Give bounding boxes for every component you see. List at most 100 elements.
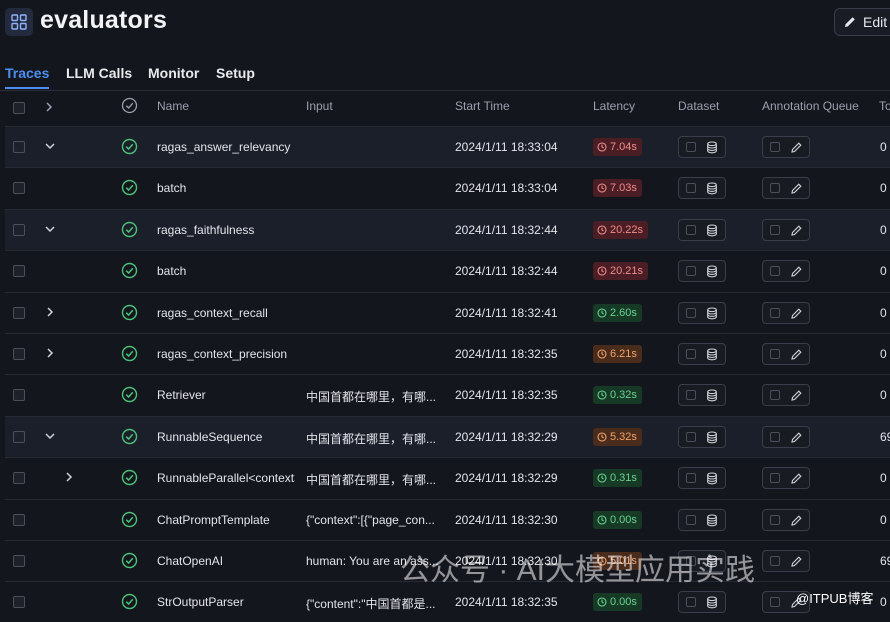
add-to-dataset-control[interactable] [678,384,726,407]
chevron-right-icon[interactable] [43,346,57,360]
table-row[interactable]: RunnableSequence 中国首都在哪里，有哪... 2024/1/11… [5,415,890,457]
database-icon[interactable] [706,348,718,361]
dataset-checkbox[interactable] [686,142,696,152]
run-name[interactable]: batch [157,264,295,278]
run-name[interactable]: RunnableSequence [157,430,295,444]
add-to-dataset-control[interactable] [678,508,726,531]
annotation-checkbox[interactable] [770,390,780,401]
pencil-icon[interactable] [790,389,803,402]
pencil-icon[interactable] [790,514,803,527]
dataset-checkbox[interactable] [686,224,696,235]
row-checkbox[interactable] [13,555,25,567]
annotation-checkbox[interactable] [770,597,780,608]
tab-monitor[interactable]: Monitor [148,65,199,81]
row-checkbox[interactable] [13,348,25,360]
chevron-down-icon[interactable] [43,429,57,443]
row-checkbox[interactable] [13,265,25,278]
add-to-dataset-control[interactable] [678,218,726,241]
annotation-checkbox[interactable] [770,142,780,152]
grid-icon[interactable] [5,8,33,36]
database-icon[interactable] [706,514,718,527]
run-name[interactable]: batch [157,181,295,195]
add-to-dataset-control[interactable] [678,343,726,365]
annotation-checkbox[interactable] [770,183,780,194]
add-to-dataset-control[interactable] [678,177,726,200]
pencil-icon[interactable] [790,141,803,154]
dataset-checkbox[interactable] [686,431,696,442]
annotation-checkbox[interactable] [770,431,780,442]
annotation-checkbox[interactable] [770,556,780,566]
table-row[interactable]: ragas_answer_relevancy 2024/1/11 18:33:0… [5,126,890,167]
dataset-checkbox[interactable] [686,514,696,525]
add-to-dataset-control[interactable] [678,301,726,324]
run-name[interactable]: ragas_answer_relevancy [157,140,295,154]
row-checkbox[interactable] [13,389,25,402]
annotation-checkbox[interactable] [770,224,780,235]
tab-traces[interactable]: Traces [5,65,49,81]
annotation-checkbox[interactable] [770,349,780,359]
pencil-icon[interactable] [790,182,803,195]
database-icon[interactable] [706,389,718,402]
dataset-checkbox[interactable] [686,183,696,194]
pencil-icon[interactable] [790,472,803,485]
column-tokens[interactable]: To [879,99,890,113]
chevron-right-icon[interactable] [42,100,56,114]
chevron-down-icon[interactable] [43,222,57,236]
add-to-dataset-control[interactable] [678,260,726,283]
run-name[interactable]: ChatPromptTemplate [157,513,295,527]
dataset-checkbox[interactable] [686,597,696,608]
annotation-checkbox[interactable] [770,473,780,484]
dataset-checkbox[interactable] [686,266,696,277]
table-row[interactable]: RunnableParallel<context> 中国首都在哪里，有哪... … [5,457,890,498]
edit-button[interactable]: Edit [834,8,890,36]
table-row[interactable]: Retriever 中国首都在哪里，有哪... 2024/1/11 18:32:… [5,374,890,415]
table-row[interactable]: ragas_context_precision 2024/1/11 18:32:… [5,333,890,374]
tab-setup[interactable]: Setup [216,65,255,81]
annotation-queue-control[interactable] [762,508,810,531]
run-name[interactable]: ragas_context_precision [157,347,295,361]
pencil-icon[interactable] [790,555,803,568]
run-name[interactable]: RunnableParallel<context> [157,471,295,485]
row-checkbox[interactable] [13,472,25,485]
annotation-queue-control[interactable] [762,343,810,365]
column-input[interactable]: Input [306,99,333,113]
row-checkbox[interactable] [13,430,25,443]
chevron-down-icon[interactable] [43,139,57,153]
database-icon[interactable] [706,472,718,485]
annotation-queue-control[interactable] [762,467,810,490]
row-checkbox[interactable] [13,513,25,526]
run-name[interactable]: ragas_faithfulness [157,223,295,237]
run-name[interactable]: Retriever [157,388,295,402]
row-checkbox[interactable] [13,306,25,319]
row-checkbox[interactable] [13,182,25,195]
pencil-icon[interactable] [790,431,803,444]
select-all-checkbox[interactable] [13,102,25,114]
column-dataset[interactable]: Dataset [678,99,719,113]
table-row[interactable]: ragas_context_recall 2024/1/11 18:32:41 … [5,291,890,333]
database-icon[interactable] [706,307,718,320]
column-latency[interactable]: Latency [593,99,635,113]
annotation-checkbox[interactable] [770,266,780,277]
annotation-checkbox[interactable] [770,307,780,318]
add-to-dataset-control[interactable] [678,467,726,490]
database-icon[interactable] [706,596,718,609]
table-row[interactable]: ChatPromptTemplate {"context":[{"page_co… [5,498,890,540]
annotation-queue-control[interactable] [762,550,810,572]
dataset-checkbox[interactable] [686,307,696,318]
pencil-icon[interactable] [790,348,803,361]
pencil-icon[interactable] [790,265,803,278]
run-name[interactable]: StrOutputParser [157,595,295,609]
dataset-checkbox[interactable] [686,473,696,484]
annotation-queue-control[interactable] [762,136,810,158]
annotation-queue-control[interactable] [762,177,810,200]
database-icon[interactable] [706,141,718,154]
run-name[interactable]: ChatOpenAI [157,554,295,568]
pencil-icon[interactable] [790,224,803,237]
annotation-queue-control[interactable] [762,260,810,283]
dataset-checkbox[interactable] [686,349,696,359]
database-icon[interactable] [706,431,718,444]
dataset-checkbox[interactable] [686,390,696,401]
table-row[interactable]: batch 2024/1/11 18:33:04 7.03s 0 [5,167,890,208]
tab-llm-calls[interactable]: LLM Calls [66,65,132,81]
row-checkbox[interactable] [13,141,25,153]
